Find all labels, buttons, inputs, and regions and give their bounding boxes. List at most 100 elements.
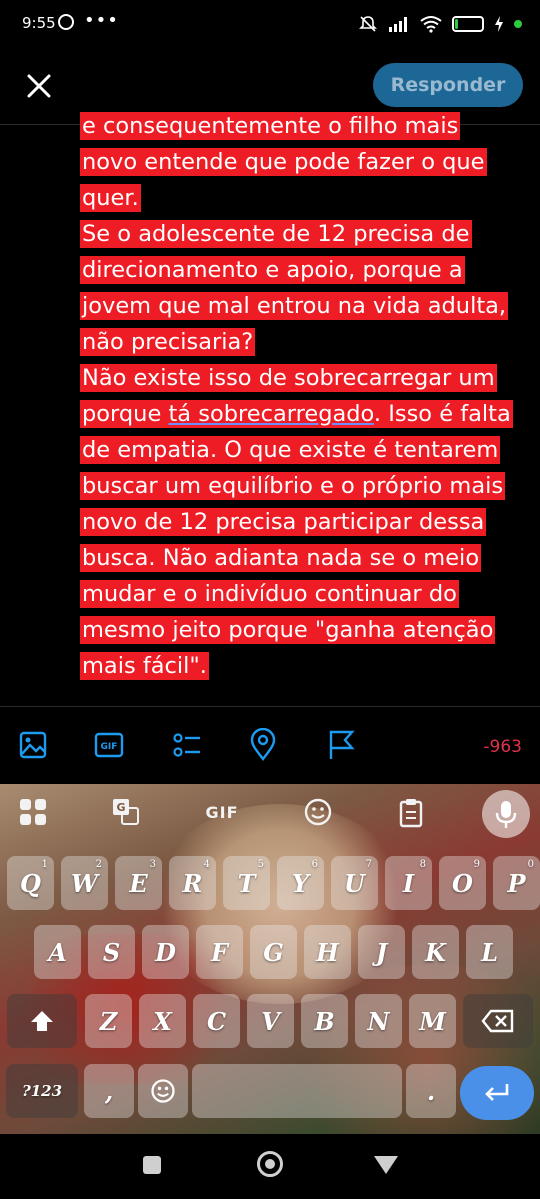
period-key[interactable]: . [406, 1064, 456, 1118]
voice-input-button[interactable] [482, 790, 530, 838]
key-l[interactable]: L [466, 925, 513, 979]
line-6: jovem que mal entrou na vida adulta, [80, 292, 509, 320]
key-hint: 0 [527, 859, 534, 870]
key-x[interactable]: X [139, 994, 186, 1048]
recents-icon[interactable] [143, 1156, 161, 1174]
key-hint: 6 [311, 859, 318, 870]
key-e[interactable]: E3 [115, 856, 162, 910]
line-16: mais fácil". [80, 652, 209, 680]
line-1: e consequentemente o filho mais [80, 112, 461, 140]
gif-keyboard-button[interactable]: GIF [200, 796, 244, 828]
key-hint: 8 [419, 859, 426, 870]
signal-icon [389, 17, 407, 32]
key-hint: 2 [95, 859, 102, 870]
line-11: buscar um equilíbrio e o próprio mais [80, 472, 506, 500]
navigation-bar [0, 1134, 540, 1199]
wifi-icon [420, 16, 442, 33]
line-10: de empatia. O que existe é tentarem [80, 436, 501, 464]
battery-level: 10 [461, 19, 475, 29]
shift-key[interactable] [7, 994, 77, 1048]
line-8: Não existe isso de sobrecarregar um [80, 364, 497, 392]
back-icon[interactable] [374, 1156, 398, 1174]
close-icon[interactable] [22, 69, 56, 103]
reply-button[interactable]: Responder [373, 63, 523, 107]
key-hint: 9 [473, 859, 480, 870]
flag-icon[interactable] [324, 728, 358, 762]
line-3: quer. [80, 184, 141, 212]
key-z[interactable]: Z [85, 994, 132, 1048]
key-q[interactable]: Q1 [7, 856, 54, 910]
image-icon[interactable] [16, 728, 50, 762]
battery-icon: 10 [452, 16, 484, 32]
enter-key[interactable] [460, 1066, 534, 1120]
backspace-key[interactable] [463, 994, 533, 1048]
compose-text-area[interactable]: e consequentemente o filho mais novo ent… [80, 108, 530, 698]
symbols-key[interactable]: ?123 [6, 1064, 78, 1118]
keyboard-toolbar: G GIF [0, 784, 540, 844]
emoji-key[interactable] [138, 1064, 188, 1118]
more-notifications-icon: ••• [84, 10, 119, 31]
key-t[interactable]: T5 [223, 856, 270, 910]
compose-toolbar: GIF -963 [0, 720, 540, 774]
privacy-dot-icon [514, 20, 522, 28]
whatsapp-icon [58, 14, 74, 30]
status-bar: 9:55 ••• 10 [0, 0, 540, 50]
key-hint: 3 [149, 859, 156, 870]
mic-icon [495, 801, 517, 828]
apps-grid-icon[interactable] [17, 796, 49, 828]
comma-key[interactable]: , [84, 1064, 134, 1118]
key-hint: 7 [365, 859, 372, 870]
backspace-icon [481, 1009, 514, 1033]
status-time: 9:55 [22, 14, 56, 32]
key-n[interactable]: N [355, 994, 402, 1048]
line-7: não precisaria? [80, 328, 256, 356]
gif-icon[interactable]: GIF [92, 728, 126, 762]
key-k[interactable]: K [412, 925, 459, 979]
character-counter: -963 [483, 737, 522, 757]
keyboard: G GIF Q1W2E3R4T5Y6U7I8O9P0 ASDFGHJKL ZXC… [0, 784, 540, 1134]
key-w[interactable]: W2 [61, 856, 108, 910]
emoji-icon [151, 1079, 175, 1103]
home-icon[interactable] [257, 1151, 283, 1177]
charging-icon [495, 16, 503, 32]
line-13: busca. Não adianta nada se o meio [80, 544, 482, 572]
key-b[interactable]: B [301, 994, 348, 1048]
key-m[interactable]: M [409, 994, 456, 1048]
location-icon[interactable] [246, 728, 280, 762]
line-15: mesmo jeito porque "ganha atenção [80, 616, 496, 644]
key-o[interactable]: O9 [439, 856, 486, 910]
clipboard-icon[interactable] [395, 796, 427, 828]
line-9: porque tá sobrecarregado. Isso é falta [80, 400, 513, 428]
key-j[interactable]: J [358, 925, 405, 979]
translate-icon[interactable]: G [110, 796, 142, 828]
space-key[interactable] [192, 1064, 402, 1118]
emoji-icon[interactable] [302, 796, 334, 828]
key-p[interactable]: P0 [493, 856, 540, 910]
shift-icon [31, 1011, 53, 1031]
key-hint: 4 [203, 859, 210, 870]
key-r[interactable]: R4 [169, 856, 216, 910]
line-12: novo de 12 precisa participar dessa [80, 508, 487, 536]
key-u[interactable]: U7 [331, 856, 378, 910]
key-s[interactable]: S [88, 925, 135, 979]
status-icons: 10 [358, 14, 522, 34]
key-h[interactable]: H [304, 925, 351, 979]
line-4: Se o adolescente de 12 precisa de [80, 220, 472, 248]
spellcheck-underline: tá sobrecarregado [168, 401, 374, 427]
key-i[interactable]: I8 [385, 856, 432, 910]
line-5: direcionamento e apoio, porque a [80, 256, 465, 284]
line-2: novo entende que pode fazer o que [80, 148, 487, 176]
enter-icon [485, 1084, 509, 1101]
mute-icon [359, 16, 377, 32]
poll-icon[interactable] [170, 728, 204, 762]
key-f[interactable]: F [196, 925, 243, 979]
key-d[interactable]: D [142, 925, 189, 979]
key-g[interactable]: G [250, 925, 297, 979]
key-v[interactable]: V [247, 994, 294, 1048]
key-y[interactable]: Y6 [277, 856, 324, 910]
key-c[interactable]: C [193, 994, 240, 1048]
toolbar-divider [0, 706, 540, 707]
svg-text:GIF: GIF [101, 742, 118, 752]
line-14: mudar e o indivíduo continuar do [80, 580, 459, 608]
key-a[interactable]: A [34, 925, 81, 979]
